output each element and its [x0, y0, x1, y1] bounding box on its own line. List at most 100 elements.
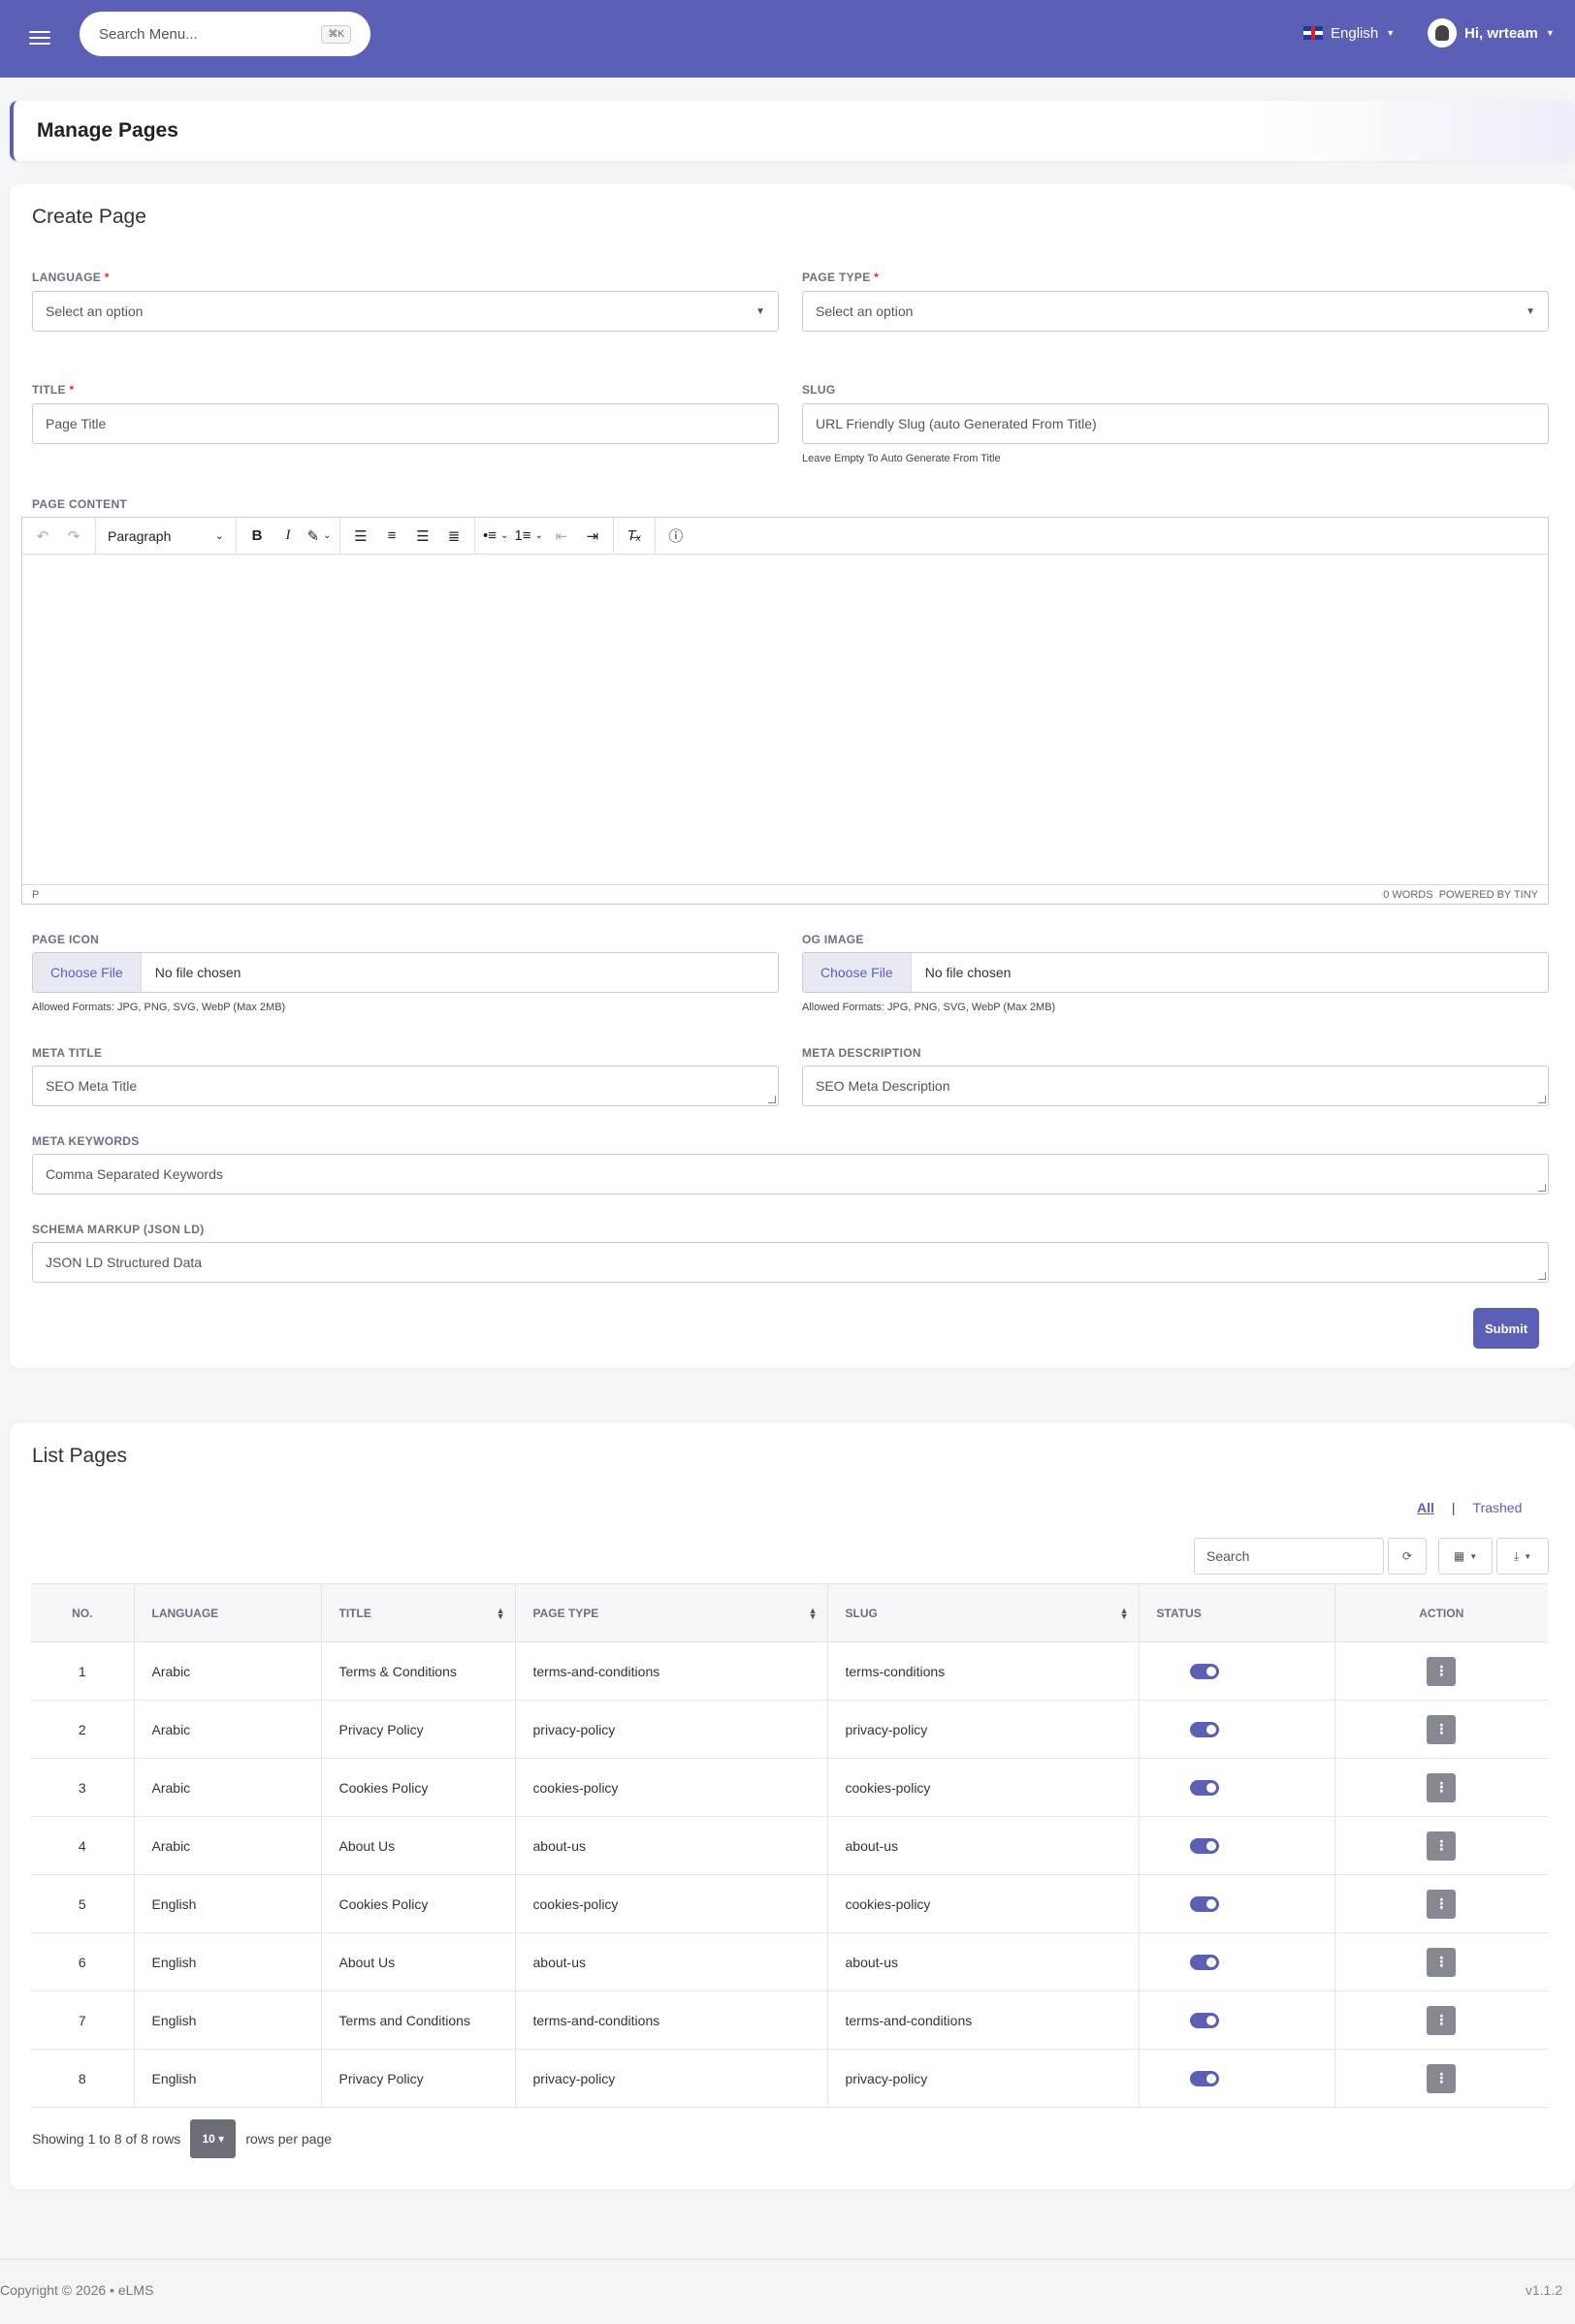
- search-menu-input[interactable]: Search Menu... ⌘K: [80, 12, 370, 56]
- language-label: LANGUAGE *: [32, 271, 110, 284]
- user-menu[interactable]: Hi, wrteam ▼: [1428, 17, 1555, 48]
- align-left-icon[interactable]: ☰: [348, 523, 373, 550]
- user-greeting: Hi, wrteam: [1464, 24, 1538, 42]
- refresh-button[interactable]: ⟳: [1388, 1538, 1427, 1575]
- status-toggle[interactable]: [1189, 2071, 1219, 2087]
- cell-slug: privacy-policy: [827, 2049, 1140, 2108]
- status-toggle[interactable]: [1189, 1664, 1219, 1680]
- outdent-icon[interactable]: ⇤: [549, 523, 574, 550]
- col-header-title[interactable]: TITLE ▲ ▼: [321, 1583, 516, 1642]
- cell-title: Cookies Policy: [321, 1874, 516, 1933]
- editor-content-area[interactable]: [22, 555, 1548, 884]
- cell-title: Cookies Policy: [321, 1758, 516, 1817]
- filter-trashed-link[interactable]: Trashed: [1473, 1500, 1523, 1515]
- powered-by-tiny-link[interactable]: POWERED BY TINY: [1439, 889, 1538, 901]
- row-actions-kebab-icon[interactable]: ⋮: [1427, 2005, 1457, 2035]
- table-search-placeholder: Search: [1206, 1548, 1250, 1564]
- align-center-icon[interactable]: ≡: [379, 523, 404, 550]
- page-type-select[interactable]: Select an option ▼: [802, 291, 1549, 332]
- row-actions-kebab-icon[interactable]: ⋮: [1427, 1772, 1457, 1802]
- col-header-status: STATUS: [1139, 1583, 1335, 1642]
- cell-status: [1139, 1932, 1335, 1991]
- meta-description-textarea[interactable]: SEO Meta Description: [802, 1066, 1549, 1106]
- cell-title: Terms & Conditions: [321, 1641, 516, 1701]
- export-button[interactable]: ⤓ ▼: [1496, 1538, 1549, 1575]
- align-right-icon[interactable]: ☰: [410, 523, 435, 550]
- status-toggle[interactable]: [1189, 1896, 1219, 1913]
- meta-keywords-textarea[interactable]: Comma Separated Keywords: [32, 1154, 1549, 1194]
- schema-markup-textarea[interactable]: JSON LD Structured Data: [32, 1242, 1549, 1283]
- cell-action: ⋮: [1334, 1990, 1548, 2050]
- cell-no: 5: [31, 1874, 135, 1933]
- menu-toggle-icon[interactable]: [29, 27, 50, 48]
- help-icon[interactable]: ⓘ: [663, 523, 689, 550]
- cell-status: [1139, 1874, 1335, 1933]
- redo-icon[interactable]: ↷: [61, 523, 86, 550]
- cell-slug: about-us: [827, 1816, 1140, 1875]
- row-actions-kebab-icon[interactable]: ⋮: [1427, 1831, 1457, 1861]
- language-switcher[interactable]: English ▼: [1303, 21, 1395, 45]
- cell-status: [1139, 1641, 1335, 1701]
- numbered-list-icon[interactable]: 1≡ ⌄: [514, 523, 543, 550]
- indent-icon[interactable]: ⇥: [580, 523, 605, 550]
- row-actions-kebab-icon[interactable]: ⋮: [1427, 2063, 1457, 2093]
- cell-slug: cookies-policy: [827, 1874, 1140, 1933]
- row-actions-kebab-icon[interactable]: ⋮: [1427, 1947, 1457, 1977]
- meta-title-placeholder: SEO Meta Title: [46, 1078, 138, 1094]
- status-toggle[interactable]: [1189, 1722, 1219, 1738]
- col-header-slug[interactable]: SLUG ▲ ▼: [827, 1583, 1140, 1642]
- og-image-file-input[interactable]: Choose File No file chosen: [802, 952, 1549, 993]
- schema-markup-label: SCHEMA MARKUP (JSON LD): [32, 1223, 205, 1236]
- block-format-select[interactable]: Paragraph ⌄: [104, 523, 228, 550]
- italic-icon[interactable]: I: [275, 523, 301, 550]
- page-type-label: PAGE TYPE *: [802, 271, 880, 284]
- list-pages-title: List Pages: [32, 1445, 128, 1467]
- sort-icon: ▲ ▼: [496, 1606, 505, 1621]
- rich-text-editor[interactable]: ↶ ↷ Paragraph ⌄ B I ✎ ⌄ ☰ ≡ ☰ ≣ •≡ ⌄ 1≡ ⌄ ⇤ …: [21, 517, 1549, 905]
- title-input[interactable]: Page Title: [32, 403, 779, 444]
- page-icon-file-input[interactable]: Choose File No file chosen: [32, 952, 779, 993]
- bullet-list-icon[interactable]: •≡ ⌄: [483, 523, 508, 550]
- page-size-dropdown[interactable]: 10 ▾: [190, 2119, 237, 2158]
- page-header: Manage Pages: [10, 101, 1575, 161]
- status-toggle[interactable]: [1189, 1955, 1219, 1971]
- og-image-label: OG IMAGE: [802, 933, 864, 946]
- cell-slug: about-us: [827, 1932, 1140, 1991]
- list-filter-links: All | Trashed: [1417, 1500, 1522, 1515]
- page-icon-choose-file-button[interactable]: Choose File: [33, 953, 142, 992]
- status-toggle[interactable]: [1189, 1780, 1219, 1797]
- meta-title-textarea[interactable]: SEO Meta Title: [32, 1066, 779, 1106]
- align-justify-icon[interactable]: ≣: [441, 523, 466, 550]
- cell-action: ⋮: [1334, 1758, 1548, 1817]
- language-select[interactable]: Select an option ▼: [32, 291, 779, 332]
- slug-hint: Leave Empty To Auto Generate From Title: [802, 453, 1001, 464]
- top-navbar: Search Menu... ⌘K English ▼ Hi, wrteam ▼: [0, 0, 1575, 78]
- table-row: 4 Arabic About Us about-us about-us ⋮: [31, 1816, 1548, 1875]
- columns-toggle-button[interactable]: ▦ ▼: [1438, 1538, 1493, 1575]
- meta-keywords-label: META KEYWORDS: [32, 1134, 140, 1148]
- status-toggle[interactable]: [1189, 1838, 1219, 1855]
- meta-keywords-placeholder: Comma Separated Keywords: [46, 1166, 223, 1182]
- highlight-color-icon[interactable]: ✎ ⌄: [306, 523, 332, 550]
- row-actions-kebab-icon[interactable]: ⋮: [1427, 1656, 1457, 1686]
- slug-input[interactable]: URL Friendly Slug (auto Generated From T…: [802, 403, 1549, 444]
- page-content-label: PAGE CONTENT: [32, 497, 128, 511]
- cell-no: 8: [31, 2049, 135, 2108]
- submit-button[interactable]: Submit: [1473, 1308, 1539, 1349]
- table-search-input[interactable]: Search: [1194, 1538, 1384, 1575]
- row-actions-kebab-icon[interactable]: ⋮: [1427, 1714, 1457, 1744]
- undo-icon[interactable]: ↶: [30, 523, 55, 550]
- status-toggle[interactable]: [1189, 2013, 1219, 2029]
- bold-icon[interactable]: B: [244, 523, 270, 550]
- og-image-choose-file-button[interactable]: Choose File: [803, 953, 912, 992]
- editor-path[interactable]: P: [32, 889, 39, 901]
- sort-icon: ▲ ▼: [1119, 1606, 1129, 1621]
- clear-formatting-icon[interactable]: T̶ₓ: [622, 523, 647, 550]
- row-actions-kebab-icon[interactable]: ⋮: [1427, 1889, 1457, 1919]
- cell-status: [1139, 1758, 1335, 1817]
- cell-title: Privacy Policy: [321, 1700, 516, 1759]
- slug-placeholder: URL Friendly Slug (auto Generated From T…: [816, 416, 1097, 431]
- refresh-icon: ⟳: [1401, 1549, 1413, 1563]
- filter-all-link[interactable]: All: [1417, 1500, 1434, 1515]
- col-header-page-type[interactable]: PAGE TYPE ▲ ▼: [515, 1583, 828, 1642]
